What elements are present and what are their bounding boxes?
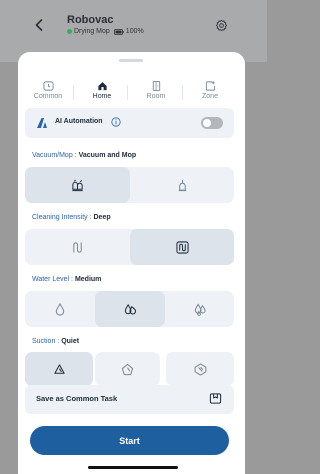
status-text: Drying Mop — [74, 28, 110, 35]
settings-button[interactable] — [208, 14, 234, 36]
water-low-icon — [55, 302, 65, 316]
vacuum-mop-selector — [25, 167, 234, 203]
water-level-value: Medium — [74, 276, 102, 283]
tab-label: Home — [92, 93, 112, 100]
section-label-text: Cleaning Intensity : — [32, 214, 92, 221]
start-button[interactable]: Start — [30, 426, 229, 455]
deep-path-icon — [175, 240, 189, 254]
status-dot — [67, 29, 72, 34]
cleaning-intensity-value: Deep — [93, 214, 111, 221]
home-indicator — [88, 466, 178, 469]
toggle-knob — [203, 119, 211, 127]
option-suction-turbo[interactable] — [166, 352, 234, 386]
tab-common[interactable]: Common — [26, 80, 70, 100]
battery-icon — [113, 28, 124, 35]
vacuum-mop-label: Vacuum/Mop : Vacuum and Mop — [32, 152, 136, 159]
back-button[interactable] — [28, 14, 50, 36]
zone-plus-icon — [205, 81, 215, 91]
option-deep-intensity[interactable] — [130, 229, 234, 265]
device-title: Robovac — [67, 14, 114, 26]
tab-label: Room — [146, 93, 166, 100]
sheet-handle[interactable] — [119, 59, 143, 62]
tab-label: Zone — [202, 93, 218, 100]
section-label-text: Vacuum/Mop : — [32, 152, 77, 159]
suction-quiet-icon — [53, 363, 65, 374]
water-high-icon — [194, 302, 206, 316]
vacuum-only-icon — [178, 179, 186, 191]
section-label-text: Suction : — [32, 338, 60, 345]
door-icon — [152, 80, 160, 92]
water-medium-icon — [124, 303, 137, 314]
section-label-text: Water Level : — [32, 276, 73, 283]
option-vacuum-and-mop[interactable] — [25, 167, 130, 203]
option-water-high[interactable] — [165, 291, 234, 327]
ai-automation-toggle[interactable] — [201, 117, 223, 129]
cleaning-intensity-selector — [25, 229, 234, 265]
option-water-low[interactable] — [25, 291, 95, 327]
house-icon — [97, 82, 107, 91]
option-water-medium[interactable] — [95, 291, 165, 327]
ai-logo-icon — [37, 118, 47, 128]
option-suction-standard[interactable] — [95, 352, 160, 386]
suction-turbo-icon — [194, 362, 206, 376]
cleaning-intensity-label: Cleaning Intensity : Deep — [32, 214, 111, 221]
save-task-icon — [209, 393, 222, 404]
ai-automation-card: AI Automation — [25, 108, 234, 138]
ai-automation-label: AI Automation — [55, 118, 103, 125]
suction-standard-icon — [121, 363, 134, 375]
vacuum-mop-value: Vacuum and Mop — [78, 152, 137, 159]
option-suction-quiet[interactable] — [25, 352, 93, 386]
battery-text: 100% — [125, 28, 144, 35]
water-level-selector — [25, 291, 234, 327]
clock-icon — [42, 81, 54, 91]
save-task-label: Save as Common Task — [36, 394, 118, 403]
tab-label: Common — [33, 93, 63, 100]
tab-divider — [127, 85, 128, 100]
standard-path-icon — [73, 241, 82, 253]
info-icon[interactable] — [111, 117, 121, 127]
suction-value: Quiet — [61, 338, 80, 345]
suction-label: Suction : Quiet — [32, 338, 79, 345]
vacuum-and-mop-icon — [72, 179, 83, 191]
device-status: Drying Mop 100% — [67, 28, 144, 35]
tab-divider — [182, 85, 183, 100]
gear-icon — [215, 19, 227, 31]
water-level-label: Water Level : Medium — [32, 276, 101, 283]
tab-divider — [73, 85, 74, 100]
tab-home[interactable]: Home — [80, 80, 124, 100]
save-as-common-task-button[interactable]: Save as Common Task — [25, 385, 234, 414]
chevron-left-icon — [35, 19, 43, 31]
option-standard-intensity[interactable] — [25, 229, 130, 265]
tab-room[interactable]: Room — [134, 80, 178, 100]
option-vacuum-only[interactable] — [130, 167, 234, 203]
tab-zone[interactable]: Zone — [188, 80, 232, 100]
